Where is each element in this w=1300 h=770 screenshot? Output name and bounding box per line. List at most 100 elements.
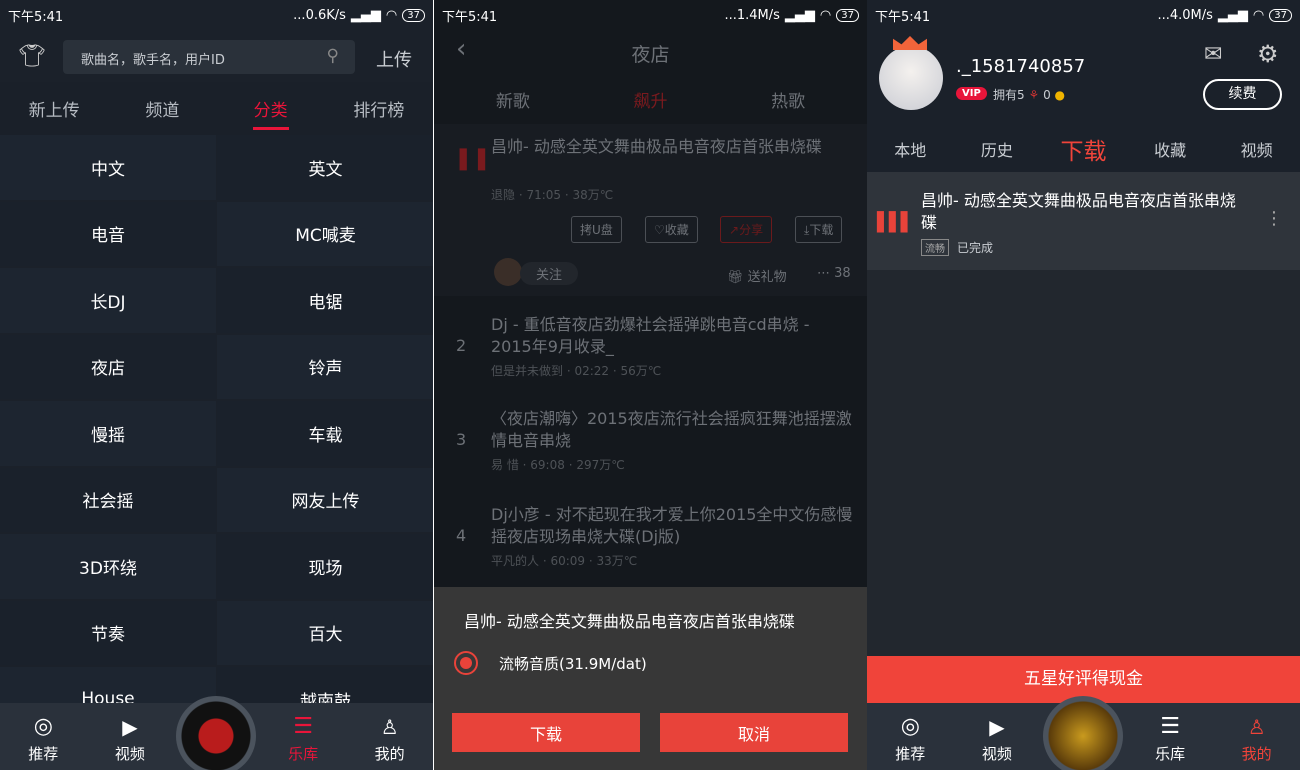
category-item[interactable]: 慢摇 xyxy=(0,401,216,466)
sheet-title: 昌帅- 动感全英文舞曲极品电音夜店首张串烧碟 xyxy=(464,612,795,631)
download-item[interactable]: ▌▌▌ 昌帅- 动感全英文舞曲极品电音夜店首张串烧碟 流畅 已完成 ⋮ xyxy=(867,172,1300,270)
tab-local[interactable]: 本地 xyxy=(867,137,954,161)
quality-radio[interactable] xyxy=(454,651,478,675)
signal-icon: ▂▄▆ xyxy=(350,7,381,23)
tab-favorites[interactable]: 收藏 xyxy=(1127,137,1214,161)
status-time: 下午5:41 xyxy=(875,9,931,25)
category-item[interactable]: 百大 xyxy=(217,600,433,665)
assets: 拥有5 ⚘ 0 ● xyxy=(993,88,1066,102)
quality-option[interactable]: 流畅音质(31.9M/dat) xyxy=(499,653,647,674)
song-meta: 但是并未做到 · 02:22 · 56万℃ xyxy=(491,364,662,378)
tab-hot[interactable]: 热歌 xyxy=(719,87,857,112)
upload-button[interactable]: 上传 xyxy=(376,46,412,72)
battery-icon: 37 xyxy=(402,8,425,22)
song-rank: 2 xyxy=(456,336,467,355)
quality-tag: 流畅 xyxy=(921,239,949,256)
category-item[interactable]: 电锯 xyxy=(217,268,433,333)
tab-category[interactable]: 分类 xyxy=(217,96,325,130)
song-title: Dj小彦 - 对不起现在我才爱上你2015全中文伤感慢摇夜店现场串烧大碟(Dj版… xyxy=(491,505,853,546)
category-item[interactable]: 现场 xyxy=(217,534,433,599)
share-button[interactable]: ↗分享 xyxy=(720,216,773,243)
nav-library[interactable]: ☰ 乐库 xyxy=(1127,703,1214,770)
status-time: 下午5:41 xyxy=(442,9,498,25)
settings-gear-icon[interactable]: ⚙ xyxy=(1257,40,1279,68)
category-item[interactable]: 铃声 xyxy=(217,334,433,399)
status-bar: 下午5:41 ...1.4M/s ▂▄▆ ◠ 37 xyxy=(434,0,867,30)
search-input[interactable]: 歌曲名，歌手名，用户ID ⚲ xyxy=(63,40,355,74)
menu-icon: ☰ xyxy=(1160,714,1180,739)
now-playing-disc[interactable] xyxy=(176,696,256,770)
category-item[interactable]: 3D环绕 xyxy=(0,534,216,599)
tab-channel[interactable]: 频道 xyxy=(108,96,216,121)
rose-icon: ⚘ xyxy=(1028,88,1040,102)
renew-button[interactable]: 续费 xyxy=(1203,79,1282,110)
pause-icon[interactable]: ❚❚ xyxy=(454,146,491,171)
category-item[interactable]: 夜店 xyxy=(0,334,216,399)
song-item[interactable]: 3 〈夜店潮嗨〉2015夜店流行社会摇疯狂舞池摇摆激情电音串烧 易 惜 · 69… xyxy=(434,390,867,482)
network-speed: ...0.6K/s xyxy=(293,7,346,23)
tab-history[interactable]: 历史 xyxy=(954,137,1041,161)
tab-video[interactable]: 视频 xyxy=(1213,137,1300,161)
gift-button[interactable]: 🎁︎ 送礼物 xyxy=(727,266,787,285)
video-icon: ▶︎ xyxy=(989,715,1005,739)
mail-icon[interactable]: ✉ xyxy=(1204,42,1222,67)
user-avatar[interactable] xyxy=(879,46,943,110)
profile-tabs: 本地 历史 下载 收藏 视频 xyxy=(867,126,1300,172)
search-placeholder: 歌曲名，歌手名，用户ID xyxy=(81,53,225,68)
nav-video[interactable]: ▶︎ 视频 xyxy=(954,703,1041,770)
category-item[interactable]: MC喊麦 xyxy=(217,201,433,266)
search-icon[interactable]: ⚲ xyxy=(327,46,339,66)
comments-button[interactable]: ⋯ 38 xyxy=(817,266,851,281)
playing-bars-icon: ▌▌▌ xyxy=(877,212,915,233)
nav-recommend[interactable]: ◎ 推荐 xyxy=(0,703,87,770)
download-title: 昌帅- 动感全英文舞曲极品电音夜店首张串烧碟 xyxy=(921,191,1236,232)
category-item[interactable]: 中文 xyxy=(0,135,216,200)
follow-button[interactable]: 关注 xyxy=(520,262,579,285)
nav-video[interactable]: ▶︎ 视频 xyxy=(87,703,174,770)
song-meta: 退隐 · 71:05 · 38万℃ xyxy=(491,188,614,202)
signal-icon: ▂▄▆ xyxy=(784,7,815,23)
song-item[interactable]: ❚❚ 昌帅- 动感全英文舞曲极品电音夜店首张串烧碟 退隐 · 71:05 · 3… xyxy=(434,124,867,296)
cancel-button[interactable]: 取消 xyxy=(660,713,848,752)
status-bar: 下午5:41 ...4.0M/s ▂▄▆ ◠ 37 xyxy=(867,0,1300,30)
copy-usb-button[interactable]: 拷U盘 xyxy=(571,216,622,243)
song-meta: 易 惜 · 69:08 · 297万℃ xyxy=(491,458,625,472)
uploader-avatar[interactable] xyxy=(494,258,522,286)
nav-mine[interactable]: ♙ 我的 xyxy=(346,703,433,770)
song-item[interactable]: 2 Dj - 重低音夜店劲爆社会摇弹跳电音cd串烧 - 2015年9月收录_ 但… xyxy=(434,296,867,388)
now-playing-cover[interactable] xyxy=(1043,696,1123,770)
nav-library[interactable]: ☰ 乐库 xyxy=(260,703,347,770)
club-screen: 下午5:41 ...1.4M/s ▂▄▆ ◠ 37 ‹ 夜店 新歌 飙升 热歌 ❚❚ … xyxy=(434,0,867,770)
tab-rising[interactable]: 飙升 xyxy=(582,87,720,112)
download-button[interactable]: ⤓下载 xyxy=(795,216,843,243)
profile-screen: 下午5:41 ...4.0M/s ▂▄▆ ◠ 37 ._1581740857 VIP … xyxy=(867,0,1300,770)
tab-new-songs[interactable]: 新歌 xyxy=(444,87,582,112)
song-item[interactable]: 4 Dj小彦 - 对不起现在我才爱上你2015全中文伤感慢摇夜店现场串烧大碟(D… xyxy=(434,486,867,578)
category-item[interactable]: 电音 xyxy=(0,201,216,266)
username: ._1581740857 xyxy=(956,56,1086,77)
nav-mine[interactable]: ♙ 我的 xyxy=(1213,703,1300,770)
category-item[interactable]: 网友上传 xyxy=(217,467,433,532)
confirm-download-button[interactable]: 下载 xyxy=(452,713,640,752)
skin-shirt-icon[interactable]: 👕︎ xyxy=(18,44,46,69)
song-rank: 4 xyxy=(456,526,467,545)
tab-new[interactable]: 新上传 xyxy=(0,96,108,121)
category-item[interactable]: 社会摇 xyxy=(0,467,216,532)
nav-recommend[interactable]: ◎ 推荐 xyxy=(867,703,954,770)
music-note-icon: ◎ xyxy=(900,714,920,739)
tab-ranking[interactable]: 排行榜 xyxy=(325,96,433,121)
download-status: 已完成 xyxy=(957,241,994,255)
category-item[interactable]: 长DJ xyxy=(0,268,216,333)
wifi-icon: ◠ xyxy=(819,7,832,23)
song-title: Dj - 重低音夜店劲爆社会摇弹跳电音cd串烧 - 2015年9月收录_ xyxy=(491,315,810,356)
user-icon: ♙ xyxy=(380,715,399,739)
battery-icon: 37 xyxy=(836,8,859,22)
network-speed: ...1.4M/s xyxy=(724,7,780,23)
category-item[interactable]: 英文 xyxy=(217,135,433,200)
more-icon[interactable]: ⋮ xyxy=(1265,208,1283,229)
category-item[interactable]: 节奏 xyxy=(0,600,216,665)
tab-download[interactable]: 下载 xyxy=(1040,132,1127,166)
category-item[interactable]: 车载 xyxy=(217,401,433,466)
favorite-button[interactable]: ♡收藏 xyxy=(645,216,698,243)
music-note-icon: ◎ xyxy=(33,714,53,739)
